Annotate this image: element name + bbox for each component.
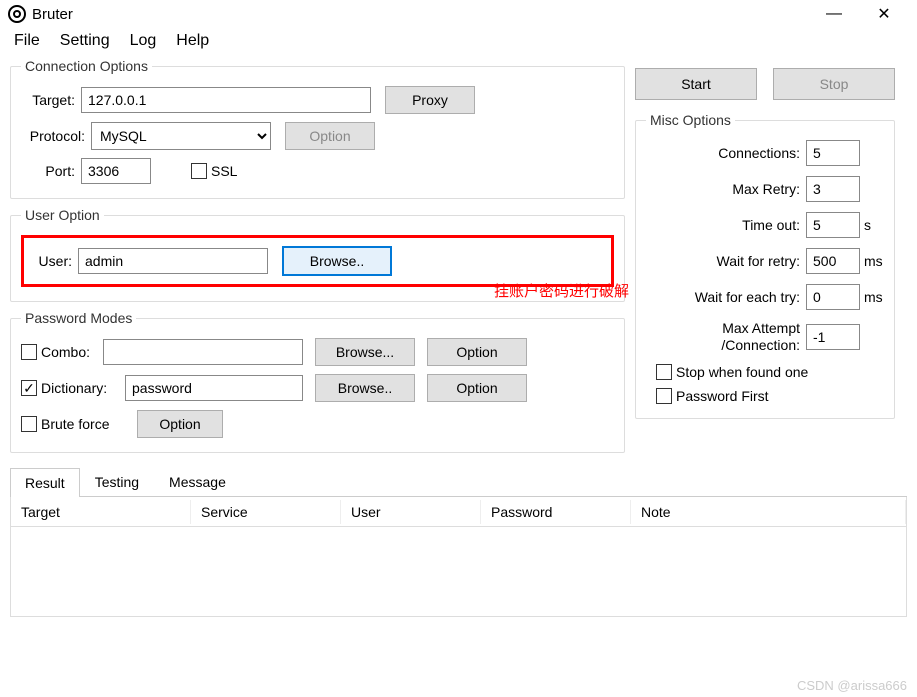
connections-label: Connections: [718, 145, 806, 161]
target-label: Target: [21, 92, 81, 108]
connection-options-group: Connection Options Target: Proxy Protoco… [10, 58, 625, 199]
dictionary-browse-button[interactable]: Browse.. [315, 374, 415, 402]
table-header: Target Service User Password Note [10, 497, 907, 527]
stop-found-checkbox[interactable] [656, 364, 672, 380]
protocol-label: Protocol: [21, 128, 91, 144]
menubar: File Setting Log Help [0, 28, 917, 58]
dictionary-option-button[interactable]: Option [427, 374, 527, 402]
close-button[interactable]: ✕ [869, 4, 899, 24]
port-input[interactable] [81, 158, 151, 184]
titlebar: Bruter — ✕ [0, 0, 917, 28]
combo-option-button[interactable]: Option [427, 338, 527, 366]
proxy-button[interactable]: Proxy [385, 86, 475, 114]
max-retry-input[interactable] [806, 176, 860, 202]
wait-each-label: Wait for each try: [695, 289, 806, 305]
password-modes-legend: Password Modes [21, 310, 136, 326]
timeout-unit: s [860, 217, 884, 233]
combo-label: Combo: [41, 344, 103, 360]
target-input[interactable] [81, 87, 371, 113]
user-option-group: User Option User: Browse.. 挂账户密码进行破解 [10, 207, 625, 302]
connections-input[interactable] [806, 140, 860, 166]
wait-each-unit: ms [860, 289, 884, 305]
max-attempt-input[interactable] [806, 324, 860, 350]
wait-retry-input[interactable] [806, 248, 860, 274]
protocol-select[interactable]: MySQL [91, 122, 271, 150]
user-option-legend: User Option [21, 207, 104, 223]
th-service[interactable]: Service [191, 500, 341, 524]
dictionary-label: Dictionary: [41, 380, 125, 396]
user-input[interactable] [78, 248, 268, 274]
tab-testing[interactable]: Testing [80, 467, 154, 496]
password-first-label: Password First [676, 388, 769, 404]
misc-options-group: Misc Options Connections: Max Retry: Tim… [635, 112, 895, 419]
combo-input[interactable] [103, 339, 303, 365]
max-retry-label: Max Retry: [732, 181, 806, 197]
menu-help[interactable]: Help [176, 32, 209, 50]
tab-message[interactable]: Message [154, 467, 241, 496]
brute-option-button[interactable]: Option [137, 410, 223, 438]
th-user[interactable]: User [341, 500, 481, 524]
tab-result[interactable]: Result [10, 468, 80, 497]
minimize-button[interactable]: — [819, 4, 849, 24]
wait-retry-unit: ms [860, 253, 884, 269]
results-tabs-area: Result Testing Message Target Service Us… [0, 467, 917, 617]
table-body [10, 527, 907, 617]
misc-legend: Misc Options [646, 112, 735, 128]
ssl-label: SSL [211, 163, 237, 179]
annotation-text: 挂账户密码进行破解 [494, 280, 629, 301]
start-button[interactable]: Start [635, 68, 757, 100]
wait-retry-label: Wait for retry: [717, 253, 807, 269]
password-first-checkbox[interactable] [656, 388, 672, 404]
combo-checkbox[interactable] [21, 344, 37, 360]
max-attempt-label: Max Attempt/Connection: [721, 320, 806, 354]
window-title: Bruter [32, 6, 819, 23]
protocol-option-button[interactable]: Option [285, 122, 375, 150]
stop-button[interactable]: Stop [773, 68, 895, 100]
timeout-label: Time out: [742, 217, 806, 233]
user-browse-button[interactable]: Browse.. [282, 246, 392, 276]
tab-strip: Result Testing Message [10, 467, 907, 497]
connection-legend: Connection Options [21, 58, 152, 74]
watermark: CSDN @arissa666 [797, 678, 907, 693]
dictionary-checkbox[interactable] [21, 380, 37, 396]
ssl-checkbox[interactable] [191, 163, 207, 179]
th-target[interactable]: Target [11, 500, 191, 524]
password-modes-group: Password Modes Combo: Browse... Option D… [10, 310, 625, 453]
wait-each-input[interactable] [806, 284, 860, 310]
th-password[interactable]: Password [481, 500, 631, 524]
brute-force-checkbox[interactable] [21, 416, 37, 432]
brute-force-label: Brute force [41, 416, 137, 432]
menu-setting[interactable]: Setting [60, 32, 110, 50]
user-label: User: [34, 253, 78, 269]
dictionary-input[interactable] [125, 375, 303, 401]
window-controls: — ✕ [819, 4, 899, 24]
menu-file[interactable]: File [14, 32, 40, 50]
port-label: Port: [21, 163, 81, 179]
th-note[interactable]: Note [631, 500, 906, 524]
stop-found-label: Stop when found one [676, 364, 808, 380]
timeout-input[interactable] [806, 212, 860, 238]
menu-log[interactable]: Log [130, 32, 157, 50]
app-icon [8, 5, 26, 23]
combo-browse-button[interactable]: Browse... [315, 338, 415, 366]
